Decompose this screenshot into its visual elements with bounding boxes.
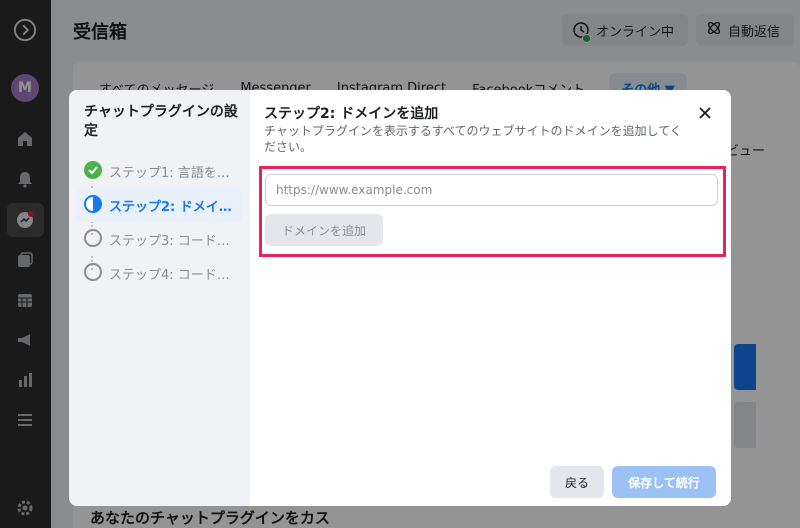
back-button[interactable]: 戻る — [550, 466, 604, 498]
check-circle-icon — [84, 160, 102, 183]
save-and-continue-button[interactable]: 保存して続行 — [612, 466, 716, 498]
setup-steps-sidebar: チャットプラグインの設定 ステップ1: 言語を設定 ステップ2: ドメインを追加… — [69, 90, 250, 506]
step-title: ステップ2: ドメインを追加 — [264, 106, 439, 122]
setup-step-content: ステップ2: ドメインを追加 チャットプラグインを表示するすべてのウェブサイトの… — [250, 90, 731, 506]
domain-url-input[interactable] — [265, 174, 718, 206]
empty-circle-icon — [84, 228, 102, 251]
step-label: ステップ3: コードを設置 — [109, 234, 239, 249]
half-circle-progress-icon — [84, 194, 102, 217]
step-label: ステップ1: 言語を設定 — [109, 166, 239, 181]
step-4-verify-code[interactable]: ステップ4: コードを確認 — [76, 257, 242, 290]
close-icon — [699, 104, 711, 123]
chat-plugin-setup-dialog: チャットプラグインの設定 ステップ1: 言語を設定 ステップ2: ドメインを追加… — [69, 90, 731, 506]
step-label: ステップ2: ドメインを追加 — [109, 200, 239, 215]
setup-sidebar-title: チャットプラグインの設定 — [84, 104, 238, 139]
step-description: チャットプラグインを表示するすべてのウェブサイトのドメインを追加してください。 — [264, 124, 682, 154]
step-label: ステップ4: コードを確認 — [109, 268, 239, 283]
add-domain-button[interactable]: ドメインを追加 — [265, 214, 383, 246]
step-1-language[interactable]: ステップ1: 言語を設定 — [76, 155, 242, 188]
close-dialog-button[interactable] — [696, 104, 714, 122]
step-3-install-code[interactable]: ステップ3: コードを設置 — [76, 223, 242, 256]
empty-circle-icon — [84, 262, 102, 285]
step-2-domain[interactable]: ステップ2: ドメインを追加 — [76, 189, 242, 222]
